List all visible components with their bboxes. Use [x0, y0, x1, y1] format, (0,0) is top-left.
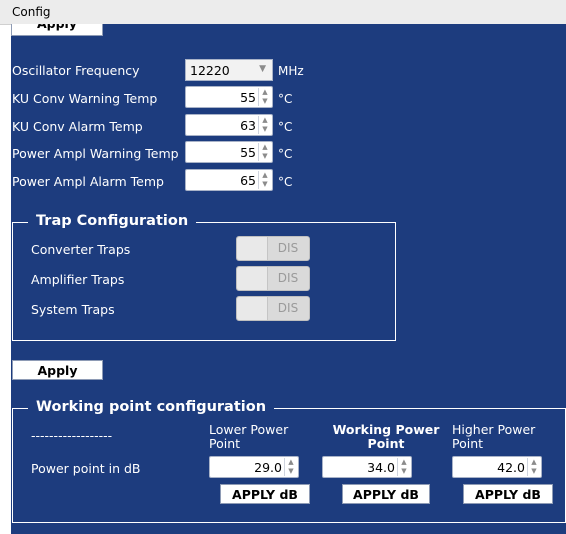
working-power-point-input[interactable] — [325, 459, 397, 475]
oscillator-frequency-label: Oscillator Frequency — [12, 63, 140, 78]
working-power-point-header: Working Power Point — [332, 422, 440, 451]
lower-power-point-input[interactable] — [212, 459, 284, 475]
working-power-point-spinner[interactable]: ▲▼ — [322, 456, 412, 478]
spin-up-icon[interactable]: ▲ — [285, 458, 297, 467]
higher-power-point-input[interactable] — [455, 459, 527, 475]
spin-down-icon[interactable]: ▼ — [259, 152, 271, 161]
ku-conv-warning-temp-unit: °C — [278, 92, 293, 106]
power-ampl-warning-temp-label: Power Ampl Warning Temp — [12, 146, 179, 161]
spin-up-icon[interactable]: ▲ — [259, 116, 271, 125]
apply-button[interactable]: Apply — [12, 360, 103, 380]
apply-working-power-button[interactable]: APPLY dB — [342, 484, 430, 504]
spin-down-icon[interactable]: ▼ — [259, 125, 271, 134]
spin-down-icon[interactable]: ▼ — [528, 467, 540, 476]
ku-conv-warning-temp-input[interactable] — [188, 89, 258, 105]
power-ampl-warning-temp-unit: °C — [278, 147, 293, 161]
chevron-down-icon: ▼ — [259, 64, 266, 74]
ku-conv-alarm-temp-unit: °C — [278, 120, 293, 134]
spin-up-icon[interactable]: ▲ — [259, 143, 271, 152]
working-point-legend: Working point configuration — [28, 399, 275, 415]
oscillator-frequency-select[interactable]: 12220 ▼ — [185, 59, 273, 81]
converter-traps-toggle[interactable]: DIS — [236, 236, 310, 261]
system-traps-state: DIS — [277, 301, 299, 315]
lower-power-point-spinner[interactable]: ▲▼ — [209, 456, 299, 478]
power-ampl-alarm-temp-input[interactable] — [188, 172, 258, 188]
power-point-row-label: Power point in dB — [31, 461, 141, 476]
spin-up-icon[interactable]: ▲ — [398, 458, 410, 467]
working-point-placeholder: ------------------ — [31, 428, 113, 443]
spin-down-icon[interactable]: ▼ — [398, 467, 410, 476]
ku-conv-alarm-temp-label: KU Conv Alarm Temp — [12, 119, 143, 134]
system-traps-label: System Traps — [31, 302, 115, 317]
power-ampl-alarm-temp-label: Power Ampl Alarm Temp — [12, 174, 164, 189]
spin-up-icon[interactable]: ▲ — [259, 171, 271, 180]
amplifier-traps-label: Amplifier Traps — [31, 272, 125, 287]
spin-up-icon[interactable]: ▲ — [259, 88, 271, 97]
higher-power-point-spinner[interactable]: ▲▼ — [452, 456, 542, 478]
oscillator-frequency-unit: MHz — [278, 64, 304, 78]
power-ampl-alarm-temp-unit: °C — [278, 175, 293, 189]
spin-down-icon[interactable]: ▼ — [259, 97, 271, 106]
config-panel: Apply Oscillator Frequency 12220 ▼ MHz K… — [11, 24, 566, 534]
higher-power-point-header: Higher Power Point — [452, 422, 536, 451]
top-apply-button[interactable]: Apply — [11, 24, 103, 36]
ku-conv-warning-temp-spinner[interactable]: ▲▼ — [185, 86, 273, 108]
spin-down-icon[interactable]: ▼ — [259, 180, 271, 189]
amplifier-traps-toggle[interactable]: DIS — [236, 266, 310, 291]
ku-conv-alarm-temp-input[interactable] — [188, 117, 258, 133]
spin-up-icon[interactable]: ▲ — [528, 458, 540, 467]
ku-conv-alarm-temp-spinner[interactable]: ▲▼ — [185, 114, 273, 136]
ku-conv-warning-temp-label: KU Conv Warning Temp — [12, 91, 158, 106]
system-traps-toggle[interactable]: DIS — [236, 296, 310, 321]
spin-down-icon[interactable]: ▼ — [285, 467, 297, 476]
lower-power-point-header: Lower Power Point — [209, 422, 289, 451]
amplifier-traps-state: DIS — [277, 271, 299, 285]
oscillator-frequency-value: 12220 — [190, 63, 230, 78]
converter-traps-label: Converter Traps — [31, 242, 131, 257]
title-bar: Config — [0, 0, 566, 25]
window-title: Config — [12, 5, 51, 19]
trap-configuration-legend: Trap Configuration — [28, 213, 197, 229]
apply-lower-power-button[interactable]: APPLY dB — [220, 484, 310, 504]
converter-traps-state: DIS — [277, 241, 299, 255]
power-ampl-warning-temp-spinner[interactable]: ▲▼ — [185, 141, 273, 163]
power-ampl-alarm-temp-spinner[interactable]: ▲▼ — [185, 169, 273, 191]
apply-higher-power-button[interactable]: APPLY dB — [463, 484, 553, 504]
power-ampl-warning-temp-input[interactable] — [188, 144, 258, 160]
